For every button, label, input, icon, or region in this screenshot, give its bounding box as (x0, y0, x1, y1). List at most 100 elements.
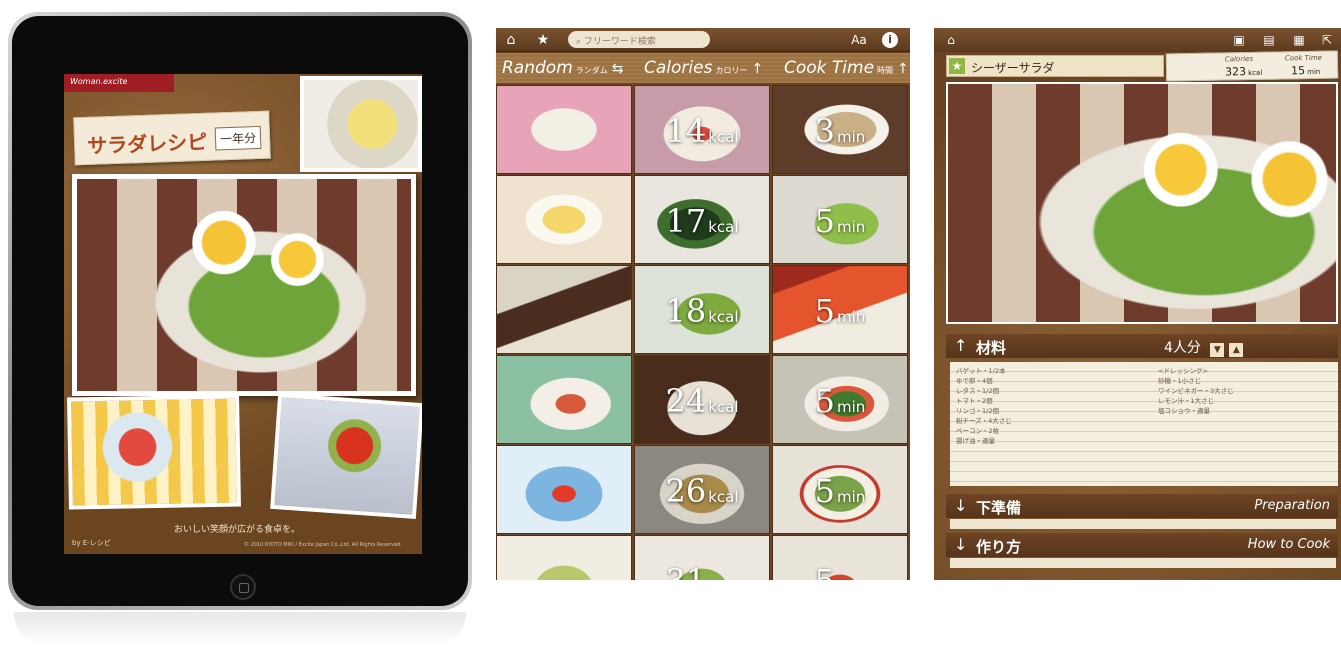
preparation-title: 下準備 (976, 499, 1022, 517)
time-value: 5 (814, 292, 836, 330)
time-unit: min (837, 578, 865, 580)
calories-value: 323 (1224, 65, 1247, 79)
calorie-cell[interactable]: 14 kcal (634, 85, 770, 174)
recipe-title-bar: ★ シーザーサラダ (946, 55, 1164, 77)
info-icon[interactable]: i (882, 32, 898, 48)
time-value: 5 (814, 202, 836, 240)
recipe-thumb[interactable] (496, 535, 632, 580)
ingredients-header[interactable]: ↑ 材料 4人分 ▼ ▲ (946, 334, 1338, 358)
sort-calories-label: Calories (644, 58, 713, 78)
time-unit: min (837, 308, 866, 326)
splash-caption: おいしい笑顔が広がる食卓を。 (174, 525, 301, 535)
cooktime-stat: 15 min (1290, 64, 1320, 78)
recipe-photo (946, 82, 1338, 324)
time-value: 5 (815, 562, 835, 580)
title-tag: 一年分 (214, 125, 262, 151)
font-size-button[interactable]: Aa (850, 31, 868, 49)
sort-cooktime-label: Cook Time (784, 58, 875, 78)
ingredient-item: レタス・1/2個 (956, 387, 999, 395)
servings-control: 4人分 ▼ ▲ (1164, 337, 1244, 357)
sort-cooktime-sub: 時間 (877, 66, 894, 75)
ingredient-item: バゲット・1/2本 (956, 367, 1006, 375)
bookmark-icon[interactable]: ▦ (1290, 32, 1308, 48)
home-icon[interactable]: ⌂ (942, 32, 960, 48)
calorie-unit: kcal (708, 488, 739, 506)
calorie-value: 14 (665, 112, 707, 150)
search-placeholder: フリーワード検索 (583, 37, 656, 47)
calorie-value: 31 (665, 562, 706, 580)
home-icon[interactable]: ⌂ (502, 31, 520, 49)
servings-increase-button[interactable]: ▲ (1229, 343, 1244, 357)
time-cell[interactable]: 5min (772, 445, 908, 534)
calorie-cell[interactable]: 24 kcal (634, 355, 770, 444)
preparation-header[interactable]: ↓ 下準備 Preparation (946, 494, 1338, 518)
sort-cooktime-button[interactable]: Cook Time 時間 ↑ (784, 53, 909, 83)
splash-credit: by E-レシピ (72, 539, 111, 547)
time-cell[interactable]: 5min (772, 535, 908, 580)
howto-header[interactable]: ↓ 作り方 How to Cook (946, 533, 1338, 557)
time-value: 5 (814, 382, 836, 420)
ipad-bezel: Woman.excite サラダレシピ 一年分 おいしい笑顔が広がる食卓を。 b… (12, 16, 468, 606)
servings-decrease-button[interactable]: ▼ (1210, 343, 1225, 357)
sort-random-button[interactable]: Random ランダム ⇆ (502, 53, 624, 83)
parfait-photo (67, 394, 241, 510)
favorite-star-icon[interactable]: ★ (949, 58, 965, 74)
ingredient-item: <ドレッシング> (1158, 367, 1208, 375)
time-cell[interactable]: 5min (772, 175, 908, 264)
document-icon[interactable]: ▤ (1260, 32, 1278, 48)
recipe-detail-screen: ⌂ ▣ ▤ ▦ ⇱ ★ シーザーサラダ Calories 323 kcal Coo… (934, 28, 1341, 580)
time-unit: min (837, 488, 866, 506)
sort-up-icon: ↑ (897, 61, 909, 77)
sort-calories-sub: カロリー (715, 66, 748, 75)
time-unit: min (837, 218, 866, 236)
search-icon: ⌕ (576, 37, 582, 47)
calorie-value: 18 (665, 292, 707, 330)
calorie-value: 24 (665, 382, 707, 420)
calorie-value: 17 (665, 202, 707, 240)
servings-value: 4人分 (1164, 340, 1201, 356)
cooktime-label: Cook Time (1284, 53, 1323, 63)
ingredient-item: 粉チーズ・4大さじ (956, 417, 1012, 425)
ingredient-item: ベーコン・2枚 (956, 427, 1000, 435)
time-cell[interactable]: 5min (772, 355, 908, 444)
home-button[interactable] (230, 574, 256, 600)
star-icon[interactable]: ★ (534, 31, 552, 49)
app-showcase: Woman.excite サラダレシピ 一年分 おいしい笑顔が広がる食卓を。 b… (0, 0, 1341, 648)
recipe-thumb[interactable] (496, 355, 632, 444)
recipe-thumb[interactable] (496, 265, 632, 354)
calorie-cell[interactable]: 18 kcal (634, 265, 770, 354)
calories-label: Calories (1224, 54, 1254, 64)
calorie-cell[interactable]: 17 kcal (634, 175, 770, 264)
time-unit: min (837, 398, 866, 416)
expand-down-icon: ↓ (954, 496, 968, 515)
calorie-cell[interactable]: 26 kcal (634, 445, 770, 534)
time-unit: min (837, 128, 866, 146)
time-value: 5 (814, 472, 836, 510)
potato-salad-photo (300, 76, 422, 172)
ingredients-title: 材料 (976, 339, 1007, 357)
preparation-title-en: Preparation (1254, 498, 1330, 513)
ingredient-item: 塩コショウ・適量 (1158, 407, 1210, 415)
ingredient-item: ワインビネガー・3大さじ (1158, 387, 1234, 395)
title-card: サラダレシピ 一年分 (73, 110, 271, 166)
recipe-thumb[interactable] (496, 85, 632, 174)
sort-calories-button[interactable]: Calories カロリー ↑ (644, 53, 763, 83)
calorie-cell[interactable]: 31kcal (634, 535, 770, 580)
cooktime-value: 15 (1290, 64, 1306, 78)
calories-stat: 323 kcal (1224, 65, 1263, 79)
ingredients-list: バゲット・1/2本 ゆで卵・4個 レタス・1/2個 トマト・2個 リンゴ・1/2… (950, 362, 1338, 486)
calorie-unit: kcal (708, 308, 739, 326)
time-cell[interactable]: 5min (772, 265, 908, 354)
splash-screen: Woman.excite サラダレシピ 一年分 おいしい笑顔が広がる食卓を。 b… (64, 74, 422, 554)
time-cell[interactable]: 3 min (772, 85, 908, 174)
calories-unit: kcal (1248, 68, 1263, 78)
search-input[interactable]: ⌕ フリーワード検索 (568, 31, 710, 48)
page-icon[interactable]: ▣ (1230, 32, 1248, 48)
howto-title: 作り方 (976, 538, 1022, 556)
recipe-thumb[interactable] (496, 445, 632, 534)
share-icon[interactable]: ⇱ (1318, 32, 1336, 48)
recipe-thumb[interactable] (496, 175, 632, 264)
sort-random-sub: ランダム (575, 66, 608, 75)
ingredient-item: 砂糖・1小さじ (1158, 377, 1202, 385)
shuffle-icon: ⇆ (611, 61, 624, 77)
